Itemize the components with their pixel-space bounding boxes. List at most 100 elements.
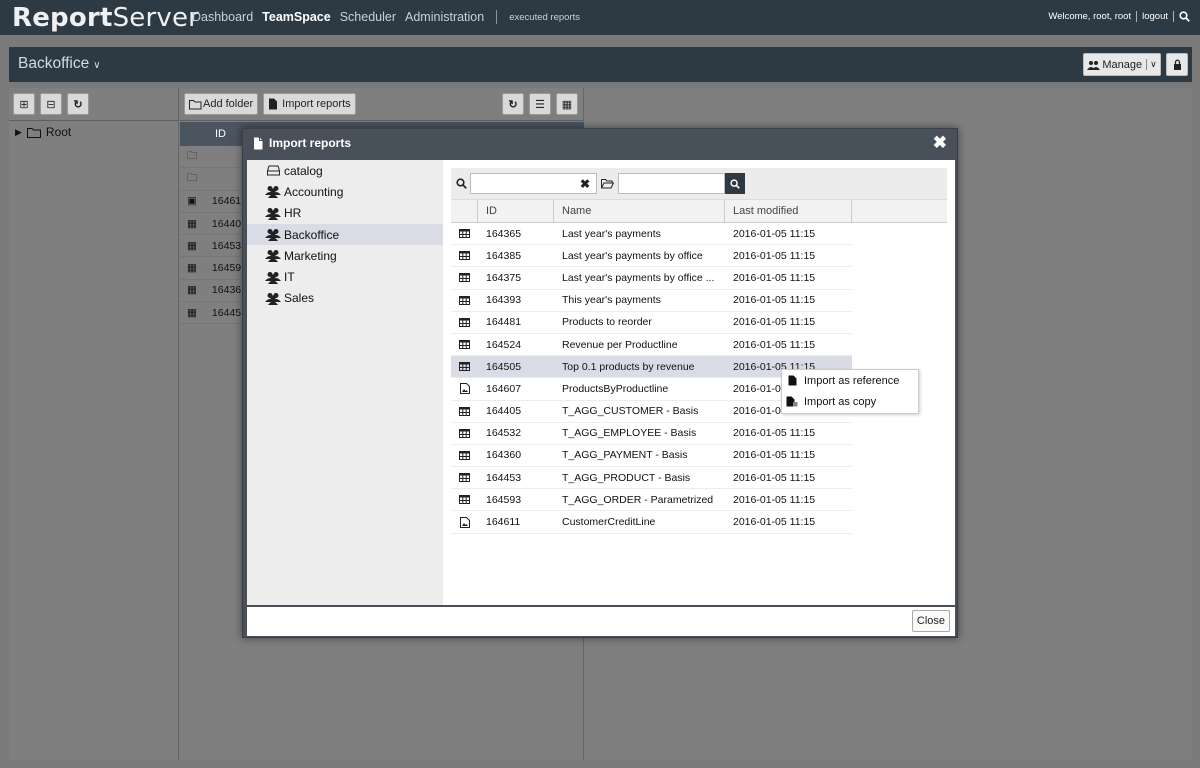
document-icon <box>784 375 800 386</box>
cell-id: 164453 <box>486 471 522 484</box>
teamspace-item-catalog[interactable]: catalog <box>247 160 443 181</box>
report-row[interactable]: 164385 Last year's payments by office 2016… <box>451 245 852 268</box>
tree-item-label: Root <box>45 125 72 139</box>
menu-item-import-as-copy[interactable]: Import as copy <box>782 391 918 412</box>
cell-name: Revenue per Productline <box>562 338 678 351</box>
nav-teamspace[interactable]: TeamSpace <box>262 10 331 24</box>
folder-add-icon <box>189 99 202 109</box>
teamspace-item-hr[interactable]: HR <box>247 203 443 224</box>
report-row[interactable]: 164611 CustomerCreditLine 2016-01-05 11:15 <box>451 511 852 534</box>
cell-name: CustomerCreditLine <box>562 516 656 529</box>
teamspace-label: HR <box>284 206 302 221</box>
cell-id: 164481 <box>486 316 522 329</box>
clear-search-icon[interactable]: ✖ <box>580 177 590 191</box>
image-report-icon: ▣ <box>187 195 197 208</box>
user-area: Welcome, root, root logout <box>1048 11 1190 22</box>
expand-all-button[interactable]: ⊞ <box>13 93 35 115</box>
add-folder-button[interactable]: Add folder <box>184 93 259 115</box>
table-report-icon: ▦ <box>187 284 197 297</box>
tree-item-root[interactable]: ▶ Root <box>9 121 178 143</box>
report-browser: ✖ ID Name Last modified 164365 Last year'… <box>451 168 947 534</box>
table-report-icon <box>451 362 478 372</box>
menu-item-import-as-reference[interactable]: Import as reference <box>782 370 918 391</box>
teamspace-title: Backoffice <box>18 55 90 72</box>
column-header-name[interactable]: Name <box>554 200 725 222</box>
column-header-last-modified[interactable]: Last modified <box>725 200 852 222</box>
report-row[interactable]: 164360 T_AGG_PAYMENT - Basis 2016-01-05 11… <box>451 445 852 468</box>
import-context-menu: Import as reference Import as copy <box>781 369 919 414</box>
cell-name: Top 0.1 products by revenue <box>562 360 695 373</box>
import-reports-button[interactable]: Import reports <box>263 93 356 115</box>
nav-executed-reports[interactable]: executed reports <box>509 12 580 23</box>
report-row[interactable]: 164481 Products to reorder 2016-01-05 11:1… <box>451 312 852 334</box>
cell-name: T_AGG_CUSTOMER - Basis <box>562 405 699 418</box>
report-row[interactable]: 164524 Revenue per Productline 2016-01-05 … <box>451 334 852 357</box>
teamspace-label: Marketing <box>284 248 337 263</box>
cell-last-modified: 2016-01-05 11:15 <box>733 271 816 284</box>
report-row[interactable]: 164365 Last year's payments 2016-01-05 11:… <box>451 223 852 246</box>
folder-icon <box>26 127 41 138</box>
cell-id: 164532 <box>486 427 522 440</box>
cell-id: 164393 <box>486 294 522 307</box>
teamspace-item-accounting[interactable]: Accounting <box>247 181 443 202</box>
logout-link[interactable]: logout <box>1142 11 1168 22</box>
cell-id: 16459 <box>211 262 242 275</box>
teamspace-item-backoffice[interactable]: Backoffice <box>247 223 443 246</box>
table-report-icon <box>451 495 478 505</box>
cell-id: 16445 <box>211 306 242 319</box>
cell-id: 16436 <box>211 284 242 297</box>
teamspace-selector[interactable]: Backoffice ∨ <box>18 55 101 73</box>
search-toolbar: ✖ <box>451 168 947 199</box>
lock-icon <box>1173 59 1181 70</box>
search-icon[interactable] <box>1179 11 1190 22</box>
report-row[interactable]: 164375 Last year's payments by office ...… <box>451 267 852 290</box>
refresh-button[interactable]: ↻ <box>502 93 524 115</box>
cell-name: Products to reorder <box>562 316 652 329</box>
teamspace-bar: Backoffice ∨ Manage ∨ <box>9 47 1192 82</box>
plus-square-icon: ⊞ <box>19 98 29 111</box>
document-copy-icon <box>784 396 800 407</box>
collapse-all-button[interactable]: ⊟ <box>40 93 62 115</box>
nav-administration[interactable]: Administration <box>405 10 484 24</box>
cell-last-modified: 2016-01-05 11:15 <box>733 338 816 351</box>
app-logo[interactable]: ReportServer <box>12 3 199 33</box>
lock-button[interactable] <box>1166 53 1188 76</box>
teamspace-label: Accounting <box>284 184 344 199</box>
cell-last-modified: 2016-01-05 11:15 <box>733 227 816 240</box>
chevron-down-icon: ∨ <box>93 60 101 71</box>
manage-label: Manage <box>1102 58 1143 71</box>
folder-open-icon[interactable] <box>601 178 614 189</box>
column-header-id[interactable]: ID <box>478 200 554 222</box>
close-button[interactable]: Close <box>911 610 950 632</box>
folder-filter-input[interactable] <box>618 173 725 194</box>
close-icon[interactable]: ✖ <box>933 133 947 153</box>
table-report-icon <box>451 273 478 283</box>
teamspace-item-sales[interactable]: Sales <box>247 288 443 309</box>
search-button[interactable] <box>725 173 745 194</box>
refresh-tree-button[interactable]: ↻ <box>67 93 89 115</box>
manage-button[interactable]: Manage ∨ <box>1083 53 1161 76</box>
nav-scheduler[interactable]: Scheduler <box>340 10 396 24</box>
search-input[interactable]: ✖ <box>470 173 597 194</box>
users-icon <box>265 249 281 263</box>
cell-last-modified: 2016-01-05 11:15 <box>733 516 816 529</box>
grid-header: ID Name Last modified <box>451 199 947 223</box>
report-row[interactable]: 164532 T_AGG_EMPLOYEE - Basis 2016-01-05 1… <box>451 423 852 445</box>
list-view-button[interactable]: ☰ <box>529 93 551 115</box>
report-row[interactable]: 164393 This year's payments 2016-01-05 11:… <box>451 290 852 312</box>
users-icon <box>265 291 281 305</box>
cell-id: 16440 <box>211 217 242 230</box>
report-row[interactable]: 164453 T_AGG_PRODUCT - Basis 2016-01-05 11… <box>451 467 852 490</box>
dialog-title: Import reports <box>269 136 352 150</box>
report-row[interactable]: 164593 T_AGG_ORDER - Parametrized 2016-01-… <box>451 489 852 512</box>
tile-view-button[interactable]: ▦ <box>556 93 578 115</box>
teamspace-item-marketing[interactable]: Marketing <box>247 245 443 266</box>
cell-last-modified: 2016-01-05 11:15 <box>733 427 816 440</box>
grid-icon: ▦ <box>561 98 573 111</box>
cell-name: Last year's payments by office ... <box>562 271 715 284</box>
teamspace-item-it[interactable]: IT <box>247 266 443 287</box>
nav-dashboard[interactable]: Dashboard <box>192 10 253 24</box>
cell-name: T_AGG_ORDER - Parametrized <box>562 493 714 506</box>
column-header-icon <box>451 200 478 222</box>
cell-last-modified: 2016-01-05 11:15 <box>733 471 816 484</box>
